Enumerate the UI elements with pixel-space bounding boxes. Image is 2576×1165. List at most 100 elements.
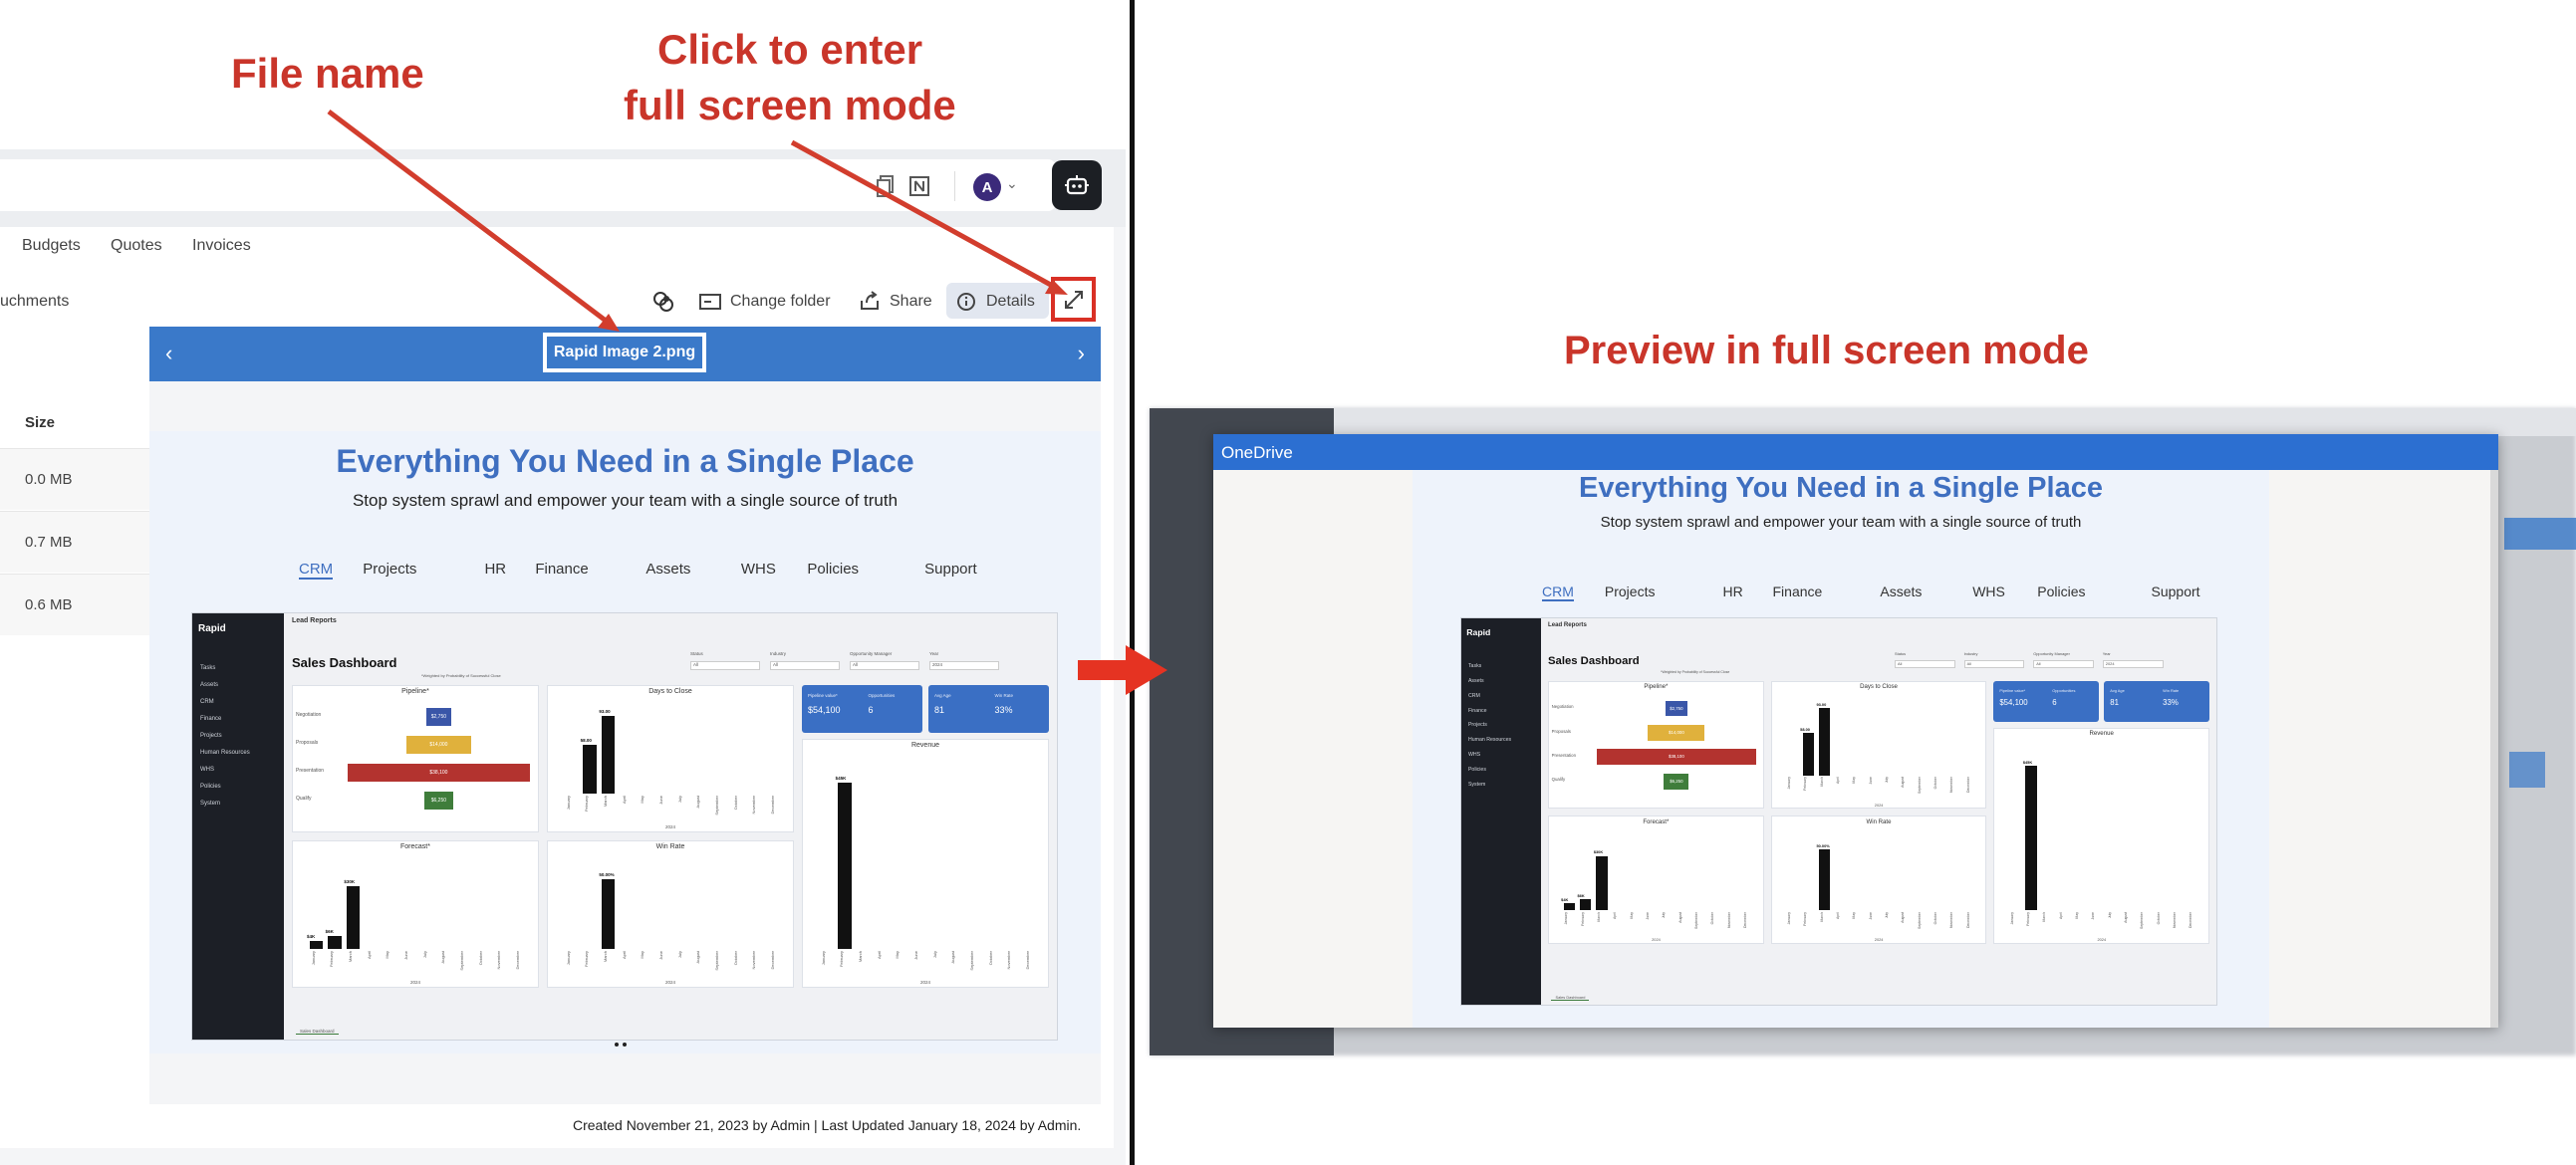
tab-hr[interactable]: HR [1723, 583, 1743, 599]
subheadline: Stop system sprawl and empower your team… [1600, 514, 2082, 531]
x-tick-label: October [1932, 777, 1937, 790]
chart-bar [2025, 765, 2037, 911]
filter-select[interactable]: 2024 [2102, 659, 2164, 668]
x-tick-label: July [1662, 912, 1667, 919]
headline: Everything You Need in a Single Place [1579, 472, 2103, 504]
scrollbar[interactable] [2490, 470, 2498, 1028]
kpi-value: 33% [2163, 698, 2179, 708]
kpi-value: 6 [2052, 698, 2057, 708]
sidebar-item[interactable]: Tasks [1468, 663, 1481, 669]
dashboard-note: *Weighted by Probability of Successful C… [1661, 670, 1730, 675]
x-tick-label: May [1629, 912, 1634, 919]
kpi-label: Pipeline value* [1999, 687, 2026, 693]
x-tick-label: January [1787, 777, 1792, 790]
filter-select[interactable]: All [2033, 659, 2095, 668]
x-tick-label: June [2091, 912, 2096, 920]
x-axis-year: 2024 [1874, 802, 1884, 808]
x-tick-label: July [1885, 777, 1889, 784]
x-tick-label: April [1836, 912, 1841, 919]
tab-whs[interactable]: WHS [1972, 583, 2005, 599]
pipeline-stage-label: Qualify [1551, 777, 1566, 783]
pipeline-bar: $38,100 [1596, 749, 1756, 766]
preview-image-fullscreen: Everything You Need in a Single Place St… [1413, 470, 2269, 1028]
kpi-label: Win Rate [2163, 687, 2180, 693]
x-tick-label: August [1901, 777, 1906, 789]
chart-bar [1818, 707, 1831, 776]
x-tick-label: January [1564, 912, 1569, 925]
onedrive-fullscreen-window: OneDrive Everything You Need in a Single… [1213, 434, 2498, 1028]
onedrive-title-bar: OneDrive [1213, 434, 2498, 470]
data-label: $6K [1577, 893, 1585, 899]
sidebar-item[interactable]: Finance [1468, 708, 1487, 714]
sidebar-item[interactable]: Assets [1468, 678, 1484, 684]
pipeline-bar: $14,000 [1648, 725, 1705, 741]
x-tick-label: December [1742, 912, 1747, 929]
filter-select[interactable]: All [1895, 659, 1955, 668]
kpi-tile: Avg Age 81 Win Rate 33% [2104, 680, 2210, 723]
filter-select[interactable]: All [1963, 659, 2025, 668]
chart-bar [1802, 733, 1815, 776]
x-tick-label: September [1917, 912, 1922, 930]
x-tick-label: October [2156, 912, 2161, 925]
annotation-arrows [327, 110, 1068, 332]
arrow-right-icon [1078, 645, 1167, 695]
kpi-label: Opportunities [2052, 687, 2076, 693]
x-tick-label: February [1803, 912, 1808, 926]
x-tick-label: November [1726, 912, 1731, 929]
x-tick-label: September [1917, 777, 1922, 795]
sidebar-item[interactable]: Human Resources [1468, 737, 1511, 743]
x-tick-label: April [1836, 777, 1841, 785]
sidebar-item[interactable]: System [1468, 782, 1485, 788]
pipeline-stage-label: Negotiation [1551, 704, 1574, 710]
pipeline-card: Pipeline* Negotiation $2,750 Proposals $14,0… [1548, 680, 1764, 810]
x-tick-label: December [1965, 912, 1970, 929]
data-label: $45K [2022, 759, 2033, 765]
tab-projects[interactable]: Projects [1605, 583, 1656, 599]
x-tick-label: April [2058, 912, 2063, 919]
tab-support[interactable]: Support [2152, 583, 2200, 599]
x-tick-label: June [1868, 777, 1873, 785]
tab-crm[interactable]: CRM [1542, 583, 1574, 601]
tab-assets[interactable]: Assets [1880, 583, 1922, 599]
report-title: Lead Reports [1548, 621, 1587, 629]
win-rate-card: Win Rate January February 50.00% March April M… [1770, 816, 1987, 945]
x-tick-label: November [2172, 912, 2177, 929]
annotation-preview-full: Preview in full screen mode [1564, 329, 2089, 372]
data-label: $4K [1561, 896, 1569, 902]
sheet-tab[interactable]: Sales Dashboard [1551, 995, 1590, 1002]
x-tick-label: August [1677, 912, 1682, 923]
sidebar-item[interactable]: WHS [1468, 752, 1480, 758]
x-tick-label: March [2042, 912, 2047, 922]
x-tick-label: April [1613, 912, 1618, 919]
data-label: 50.00% [1816, 843, 1830, 849]
pipeline-bar: $6,250 [1664, 773, 1689, 790]
sidebar-item[interactable]: CRM [1468, 693, 1480, 699]
data-label: $30K [1593, 849, 1604, 855]
left-screenshot-panel: File name Click to enter full screen mod… [0, 0, 1126, 1165]
chart-bar [1596, 855, 1608, 911]
right-screenshot-panel: Preview in full screen mode OneDrive Eve… [1135, 0, 2576, 1165]
sidebar-item[interactable]: Policies [1468, 767, 1486, 773]
blurred-topbar [1334, 408, 2576, 436]
dashboard-screenshot: Rapid Tasks Assets CRM Finance Projects Human … [1460, 617, 2217, 1006]
days-to-close-card: Days to Close January 58.00 February 93.00 Ma… [1770, 680, 1987, 810]
kpi-label: Avg Age [2110, 687, 2125, 693]
blurred-accent [2509, 752, 2545, 788]
filter-label: Industry [1963, 651, 1978, 657]
x-tick-label: May [2075, 912, 2080, 919]
dashboard-title: Sales Dashboard [1548, 654, 1640, 667]
app-sidebar: Rapid Tasks Assets CRM Finance Projects Human … [1461, 618, 1542, 1005]
sidebar-item[interactable]: Projects [1468, 722, 1487, 728]
revenue-card: Revenue January $45K February March April May J… [1993, 727, 2210, 945]
x-tick-label: January [1787, 912, 1792, 925]
card-title: Win Rate [1866, 818, 1892, 826]
tab-policies[interactable]: Policies [2037, 583, 2085, 599]
x-tick-label: October [1710, 912, 1715, 925]
x-tick-label: May [1852, 912, 1857, 919]
chart-bar [1818, 849, 1831, 911]
card-title: Forecast* [1643, 818, 1670, 826]
chart-bar [1563, 903, 1576, 911]
filter-label: Year [2102, 651, 2111, 657]
tab-finance[interactable]: Finance [1773, 583, 1823, 599]
pipeline-stage-label: Presentation [1551, 752, 1576, 758]
